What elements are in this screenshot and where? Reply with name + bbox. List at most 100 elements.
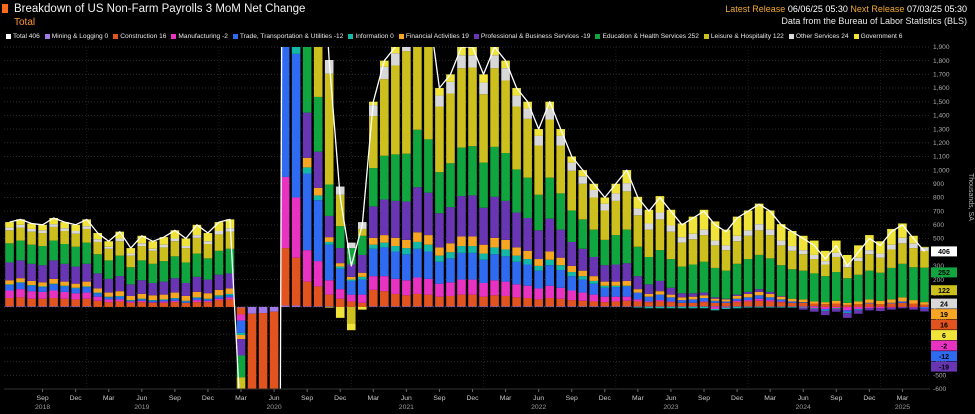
bar-segment (678, 303, 687, 306)
bar-segment (656, 219, 665, 250)
bar-segment (744, 259, 753, 292)
bar-segment (314, 188, 323, 196)
bar-segment (380, 79, 389, 156)
bar-segment (777, 265, 786, 296)
bar-segment (645, 297, 654, 302)
y-axis-label: 1,500 (933, 99, 950, 106)
x-tick-label: Mar (235, 395, 247, 402)
bar-segment (16, 282, 25, 283)
bar-segment (5, 284, 14, 285)
legend-item[interactable]: Information 0 (348, 33, 393, 40)
bar-segment (49, 241, 58, 261)
bar-segment (93, 242, 102, 254)
bar-segment (325, 184, 334, 215)
bar-segment (601, 302, 610, 306)
legend-item[interactable]: Financial Activities 19 (399, 33, 469, 40)
bar-segment (810, 273, 819, 301)
chart-canvas[interactable]: -600-500-400-300-200-1000100200300400500… (0, 43, 975, 413)
bar-segment (578, 280, 587, 293)
bar-segment (468, 236, 477, 246)
bar-segment (5, 285, 14, 290)
bar-segment (788, 251, 797, 269)
bar-segment (744, 307, 753, 308)
x-tick-label: Jun (798, 395, 809, 402)
bar-segment (788, 299, 797, 302)
bar-segment (689, 265, 698, 294)
bar-segment (358, 255, 367, 273)
bar-segment (490, 254, 499, 280)
bar-segment (171, 302, 180, 307)
bar-segment (700, 307, 709, 308)
bar-segment (678, 307, 687, 308)
bar-segment (788, 306, 797, 307)
bar-segment (667, 301, 676, 302)
bar-segment (347, 323, 356, 330)
bar-segment (799, 299, 808, 302)
legend-item[interactable]: Construction 16 (113, 33, 166, 40)
bar-segment (347, 277, 356, 280)
bar-segment (534, 306, 543, 307)
bar-segment (523, 259, 532, 264)
bar-segment (193, 297, 202, 298)
bar-segment (435, 256, 444, 262)
bar-segment (38, 306, 47, 307)
bar-segment (16, 297, 25, 306)
bar-segment (126, 248, 135, 253)
legend-item[interactable]: Total 406 (6, 33, 40, 40)
bar-segment (435, 306, 444, 307)
legend-item[interactable]: Other Services 24 (789, 33, 849, 40)
year-label: 2025 (895, 404, 910, 411)
bar-segment (27, 232, 36, 245)
bar-segment (589, 190, 598, 198)
legend-item[interactable]: Leisure & Hospitality 122 (704, 33, 784, 40)
bar-segment (501, 240, 510, 250)
bar-segment (82, 286, 91, 287)
bar-segment (876, 273, 885, 301)
legend-item[interactable]: Manufacturing -2 (171, 33, 227, 40)
bar-segment (689, 303, 698, 306)
header-right: Latest Release 06/06/25 05:30 Next Relea… (725, 3, 967, 27)
bar-segment (799, 302, 808, 303)
x-tick-label: Sep (698, 395, 710, 402)
bar-segment (402, 254, 411, 280)
bar-segment (402, 43, 411, 51)
legend-item[interactable]: Mining & Logging 0 (45, 33, 108, 40)
bar-segment (755, 292, 764, 295)
legend-item[interactable]: Government 6 (854, 33, 903, 40)
bar-segment (138, 246, 147, 260)
bar-segment (512, 256, 521, 262)
bar-segment (832, 304, 841, 307)
bar-segment (898, 264, 907, 298)
legend-item[interactable]: Education & Health Services 252 (595, 33, 698, 40)
bar-segment (182, 283, 191, 296)
legend-item[interactable]: Professional & Business Services -19 (474, 33, 591, 40)
bar-segment (832, 309, 841, 312)
bar-segment (27, 306, 36, 307)
legend-item[interactable]: Trade, Transportation & Utilities -12 (233, 33, 343, 40)
bar-segment (589, 230, 598, 257)
bar-segment (656, 300, 665, 301)
bar-segment (126, 301, 135, 302)
bar-segment (634, 247, 643, 276)
bar-segment (38, 225, 47, 230)
bar-segment (126, 303, 135, 307)
bar-segment (115, 276, 124, 291)
bar-segment (777, 296, 786, 297)
bar-segment (149, 283, 158, 295)
bar-segment (909, 248, 918, 267)
bar-segment (523, 218, 532, 251)
bar-segment (689, 307, 698, 308)
bar-segment (865, 250, 874, 254)
bar-segment (854, 258, 863, 261)
bar-segment (634, 215, 643, 246)
bar-segment (545, 120, 554, 178)
legend-label: Mining & Logging 0 (52, 33, 108, 40)
bar-segment (457, 295, 466, 307)
bar-segment (788, 303, 797, 306)
bar-segment (149, 302, 158, 303)
bar-segment (722, 307, 731, 308)
bar-segment (149, 251, 158, 264)
bar-segment (380, 243, 389, 248)
bar-segment (777, 241, 786, 246)
bar-segment (204, 280, 213, 294)
